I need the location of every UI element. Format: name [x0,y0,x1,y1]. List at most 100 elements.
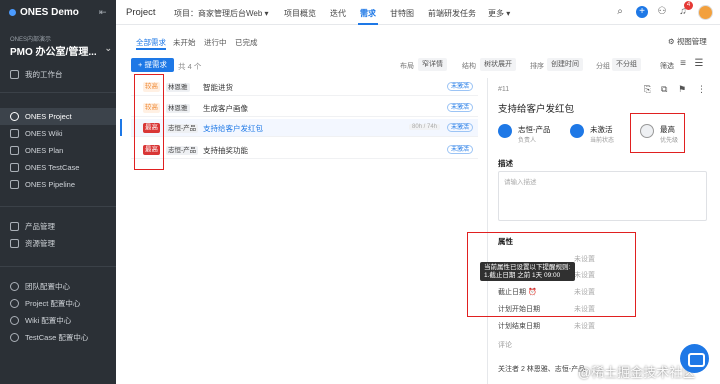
notification-badge: 4 [684,1,693,10]
collapse-sidebar-icon[interactable]: ⇤ [99,7,107,18]
table-row[interactable]: 较高 林恩雅 智能进货 未激活 [131,78,478,96]
divider [0,92,116,93]
selected-row-marker [120,119,122,136]
time-estimate: 80h / 74h [409,124,441,130]
sidebar-item-project[interactable]: ONES Project [0,108,116,125]
issue-id: #11 [498,86,510,93]
link-icon[interactable]: ⧉ [661,84,667,95]
sidebar-item-team-config[interactable]: 团队配置中心 [0,278,116,295]
subtab-all[interactable]: 全部需求 [136,37,166,50]
priority-field-highlight-box [630,113,685,153]
sidebar-item-plan[interactable]: ONES Plan [0,142,116,159]
structure-label: 结构 [462,63,476,70]
structure-select[interactable]: 树状展开 [480,58,516,71]
tab-project-select[interactable]: 项目：商家管理后台Web ▾ [174,8,269,19]
more-icon[interactable]: ☰ [693,58,705,70]
sort-label: 排序 [530,63,544,70]
pipeline-icon [10,180,19,189]
row-title[interactable]: 生成客户画像 [203,103,248,114]
table-row[interactable]: 最高 志恒-产品 支持抽奖功能 未激活 [131,141,478,159]
subtab-not-started[interactable]: 未开始 [173,37,196,48]
arrow-right-icon [570,124,584,138]
assignee: 志恒-产品 [166,124,199,133]
table-row[interactable]: 较高 林恩雅 生成客户画像 未激活 [131,99,478,117]
status-badge[interactable]: 未激活 [447,123,474,132]
resource-icon [10,239,19,248]
group-select[interactable]: 不分组 [612,58,641,71]
flag-icon[interactable]: ⚑ [678,84,686,95]
add-user-icon[interactable]: ⚇ [656,6,668,18]
owner-avatar [498,124,512,138]
status-field[interactable]: 未激活 当前状态 [570,122,630,146]
row-title[interactable]: 智能进货 [203,82,233,93]
subtab-done[interactable]: 已完成 [235,37,258,48]
avatar[interactable] [698,5,713,20]
attributes-highlight-box [467,232,636,317]
sidebar-item-product[interactable]: 产品管理 [0,218,116,235]
project-switcher[interactable]: PMO 办公室/管理... ⌄ [10,43,114,58]
app-title: Project [126,7,156,18]
sidebar-item-project-config[interactable]: Project 配置中心 [0,295,116,312]
sidebar-item-testcase-config[interactable]: TestCase 配置中心 [0,329,116,346]
description-label: 描述 [498,159,513,168]
assignee: 林恩雅 [166,83,190,92]
followers[interactable]: 关注者 2 林恩雅、志恒-产品 [498,364,585,374]
divider [0,266,116,267]
row-title[interactable]: 支持给客户发红包 [203,123,263,134]
settings-icon [10,316,19,325]
owner-field[interactable]: 志恒-产品 负责人 [498,122,568,146]
layout-select[interactable]: 窄详情 [418,58,447,71]
search-icon[interactable]: ⌕ [614,6,626,18]
plan-icon [10,146,19,155]
settings-icon [10,333,19,342]
testcase-icon [10,163,19,172]
row-title[interactable]: 支持抽奖功能 [203,145,248,156]
plan-end-label: 计划结束日期 [498,323,540,330]
view-manage-button[interactable]: ⚙ 视图管理 [668,36,707,47]
list-settings-icon[interactable]: ≡ [677,58,689,70]
description-placeholder: 请输入描述 [504,179,537,186]
tab-frontend-tasks[interactable]: 前端研发任务 [428,8,476,19]
issue-title[interactable]: 支持给客户发红包 [498,101,574,115]
layout-label: 布局 [400,63,414,70]
wiki-icon [10,129,19,138]
priority-highlight-box [134,74,164,170]
comment-label[interactable]: 评论 [498,340,512,350]
copy-icon[interactable]: ⎘ [644,84,651,95]
logo-icon [9,9,16,16]
plan-end-value[interactable]: 未设置 [574,321,595,331]
tab-gantt[interactable]: 甘特图 [390,8,414,19]
sidebar-item-testcase[interactable]: ONES TestCase [0,159,116,176]
dashboard-icon [10,70,19,79]
sidebar: ONES Demo ⇤ ONES内部演示 PMO 办公室/管理... ⌄ 我的工作… [0,0,116,384]
status-badge[interactable]: 未激活 [447,145,474,154]
divider [0,206,116,207]
status-badge[interactable]: 未激活 [447,82,474,91]
sidebar-item-resource[interactable]: 资源管理 [0,235,116,252]
assignee: 志恒-产品 [166,146,199,155]
sidebar-item-workbench[interactable]: 我的工作台 [0,66,116,83]
tab-requirements[interactable]: 需求 [358,8,378,25]
add-icon[interactable]: + [636,6,648,18]
status-badge[interactable]: 未激活 [447,103,474,112]
tab-iteration[interactable]: 迭代 [330,8,346,19]
tab-more[interactable]: 更多 ▾ [488,8,510,19]
close-icon[interactable]: ⋮ [697,84,706,95]
sidebar-item-wiki[interactable]: ONES Wiki [0,125,116,142]
chat-button[interactable] [680,344,709,373]
filter-button[interactable]: 筛选 [660,61,674,71]
brand[interactable]: ONES Demo [9,7,79,18]
project-icon [10,112,19,121]
new-requirement-button[interactable]: + 提需求 [131,58,174,72]
product-icon [10,222,19,231]
sort-select[interactable]: 创建时间 [547,58,583,71]
tab-overview[interactable]: 项目概览 [284,8,316,19]
item-count: 共 4 个 [178,62,202,71]
watermark: @稀土掘金技术社区 [578,365,696,380]
table-row[interactable]: 最高 志恒-产品 支持给客户发红包 80h / 74h 未激活 [131,119,478,137]
subtab-in-progress[interactable]: 进行中 [204,37,227,48]
org-label: ONES内部演示 [10,37,52,43]
sidebar-item-wiki-config[interactable]: Wiki 配置中心 [0,312,116,329]
sidebar-item-pipeline[interactable]: ONES Pipeline [0,176,116,193]
chevron-down-icon: ⌄ [104,43,112,53]
